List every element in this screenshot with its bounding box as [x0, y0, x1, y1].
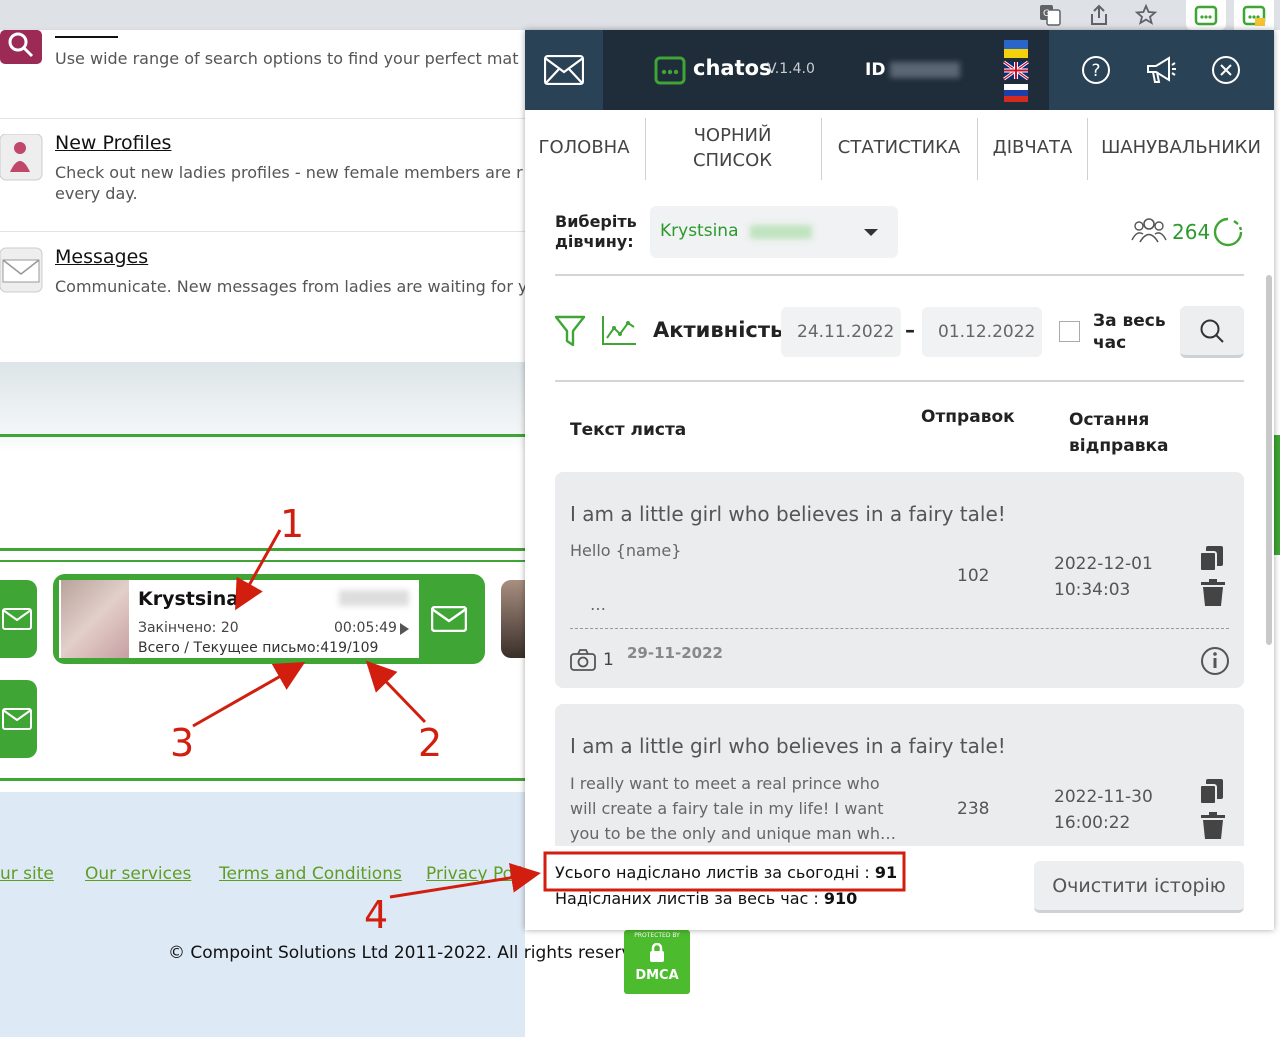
annotation-label: 1	[280, 502, 305, 546]
annotation-label: 3	[170, 721, 195, 765]
annotation-arrows	[192, 529, 906, 899]
annotation-label: 2	[418, 721, 443, 765]
annotation-label: 4	[364, 893, 389, 937]
